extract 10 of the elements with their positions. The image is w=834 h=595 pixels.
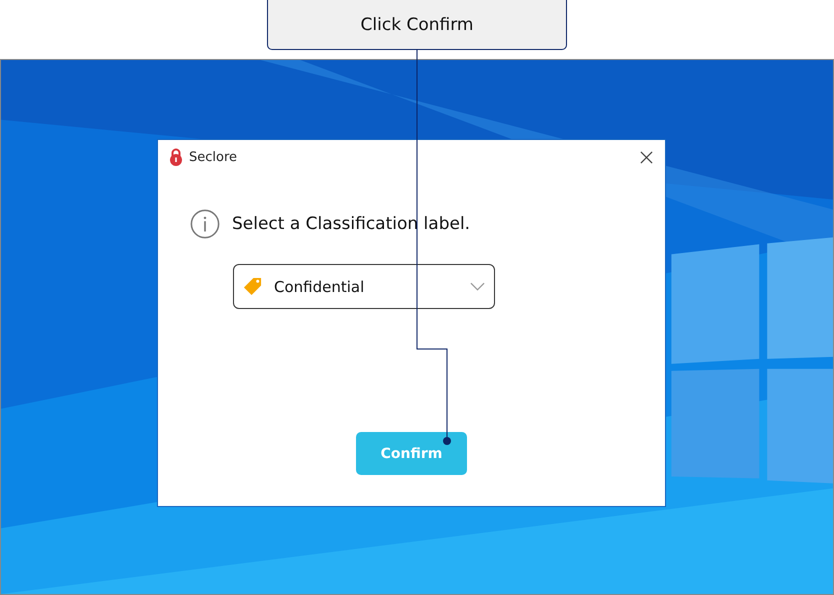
callout-box: Click Confirm	[267, 0, 567, 50]
padlock-icon	[169, 148, 183, 166]
prompt-text: Select a Classification label.	[232, 214, 470, 234]
classification-dropdown[interactable]: Confidential	[233, 264, 495, 309]
window-title: Seclore	[189, 150, 238, 164]
tag-icon	[242, 277, 263, 296]
close-icon[interactable]	[640, 150, 653, 164]
chevron-down-icon	[470, 282, 485, 291]
dropdown-value: Confidential	[274, 278, 366, 296]
info-icon	[190, 209, 220, 239]
